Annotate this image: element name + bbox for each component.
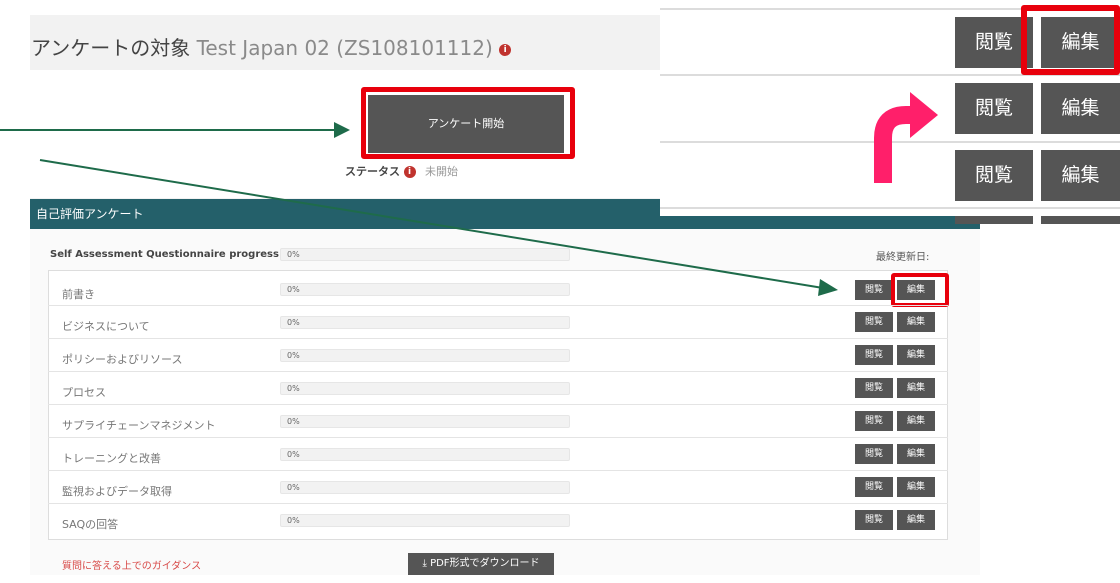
section-row-progress: 0%: [280, 448, 570, 461]
info-icon[interactable]: i: [499, 43, 512, 56]
overall-progress-value: 0%: [287, 250, 300, 259]
edit-button[interactable]: 編集: [897, 378, 935, 398]
section-row-progress-value: 0%: [287, 483, 300, 492]
survey-target-name: Test Japan 02 (ZS108101112): [196, 36, 493, 60]
zoom-row-divider: [660, 207, 1120, 209]
edit-button[interactable]: 編集: [897, 312, 935, 332]
status-row: ステータス i 未開始: [345, 163, 458, 179]
section-row-progress-value: 0%: [287, 516, 300, 525]
section-row-label: SAQの回答: [62, 518, 119, 531]
row-divider: [48, 503, 948, 504]
page-title-text: アンケートの対象: [31, 36, 191, 60]
zoom-view-button[interactable]: 閲覧: [955, 150, 1033, 201]
section-row-progress-value: 0%: [287, 450, 300, 459]
zoom-row-divider: [660, 141, 1120, 143]
section-row-progress: 0%: [280, 382, 570, 395]
overall-progress-bar: 0%: [280, 248, 570, 261]
zoom-edit-button-partial[interactable]: [1041, 216, 1120, 224]
row-divider: [48, 437, 948, 438]
section-row-label: 監視およびデータ取得: [62, 485, 172, 498]
view-button[interactable]: 閲覧: [855, 378, 893, 398]
section-row-progress-value: 0%: [287, 351, 300, 360]
section-row-progress: 0%: [280, 481, 570, 494]
view-button[interactable]: 閲覧: [855, 477, 893, 497]
view-button[interactable]: 閲覧: [855, 280, 893, 300]
edit-button[interactable]: 編集: [897, 411, 935, 431]
section-row-label: プロセス: [62, 386, 106, 399]
section-row-progress-value: 0%: [287, 417, 300, 426]
view-button[interactable]: 閲覧: [855, 510, 893, 530]
view-button[interactable]: 閲覧: [855, 345, 893, 365]
zoom-view-button[interactable]: 閲覧: [955, 83, 1033, 134]
section-row-label: 前書き: [62, 288, 95, 301]
edit-button[interactable]: 編集: [897, 345, 935, 365]
last-updated-label: 最終更新日:: [876, 252, 930, 263]
section-row-label: トレーニングと改善: [62, 452, 161, 465]
download-icon: ⤓: [422, 558, 431, 569]
zoom-edit-button[interactable]: 編集: [1041, 83, 1120, 134]
zoom-edit-highlight: [1021, 5, 1120, 75]
status-info-icon[interactable]: i: [403, 166, 416, 178]
section-row-label: ビジネスについて: [62, 320, 150, 333]
edit-button[interactable]: 編集: [897, 444, 935, 464]
status-label: ステータス: [345, 165, 400, 178]
edit-button[interactable]: 編集: [897, 477, 935, 497]
row-divider: [48, 305, 948, 306]
row-divider: [48, 371, 948, 372]
section-row-progress-value: 0%: [287, 318, 300, 327]
pdf-download-label: PDF形式でダウンロード: [430, 558, 540, 569]
page-title: アンケートの対象 Test Japan 02 (ZS108101112) i: [31, 32, 512, 61]
view-button[interactable]: 閲覧: [855, 411, 893, 431]
zoom-view-button-partial[interactable]: [955, 216, 1033, 224]
section-row-progress: 0%: [280, 349, 570, 362]
view-button[interactable]: 閲覧: [855, 444, 893, 464]
edit-button[interactable]: 編集: [897, 510, 935, 530]
zoom-edit-button[interactable]: 編集: [1041, 150, 1120, 201]
section-row-progress-value: 0%: [287, 384, 300, 393]
row-divider: [48, 470, 948, 471]
status-value: 未開始: [425, 165, 458, 178]
section-row-progress: 0%: [280, 316, 570, 329]
view-button[interactable]: 閲覧: [855, 312, 893, 332]
section-row-progress: 0%: [280, 514, 570, 527]
section-row-progress: 0%: [280, 415, 570, 428]
section-row-label: サプライチェーンマネジメント: [62, 419, 216, 432]
pdf-download-button[interactable]: ⤓ PDF形式でダウンロード: [408, 553, 554, 575]
section-row-label: ポリシーおよびリソース: [62, 353, 183, 366]
row-divider: [48, 404, 948, 405]
section-row-progress-value: 0%: [287, 285, 300, 294]
overall-progress-label: Self Assessment Questionnaire progress: [50, 249, 279, 260]
guidance-link[interactable]: 質問に答える上でのガイダンス: [62, 557, 201, 572]
row-divider: [48, 338, 948, 339]
section-row-progress: 0%: [280, 283, 570, 296]
section-table: [48, 270, 948, 540]
start-button-highlight: [361, 87, 575, 159]
edit-button-highlight: [891, 273, 949, 307]
